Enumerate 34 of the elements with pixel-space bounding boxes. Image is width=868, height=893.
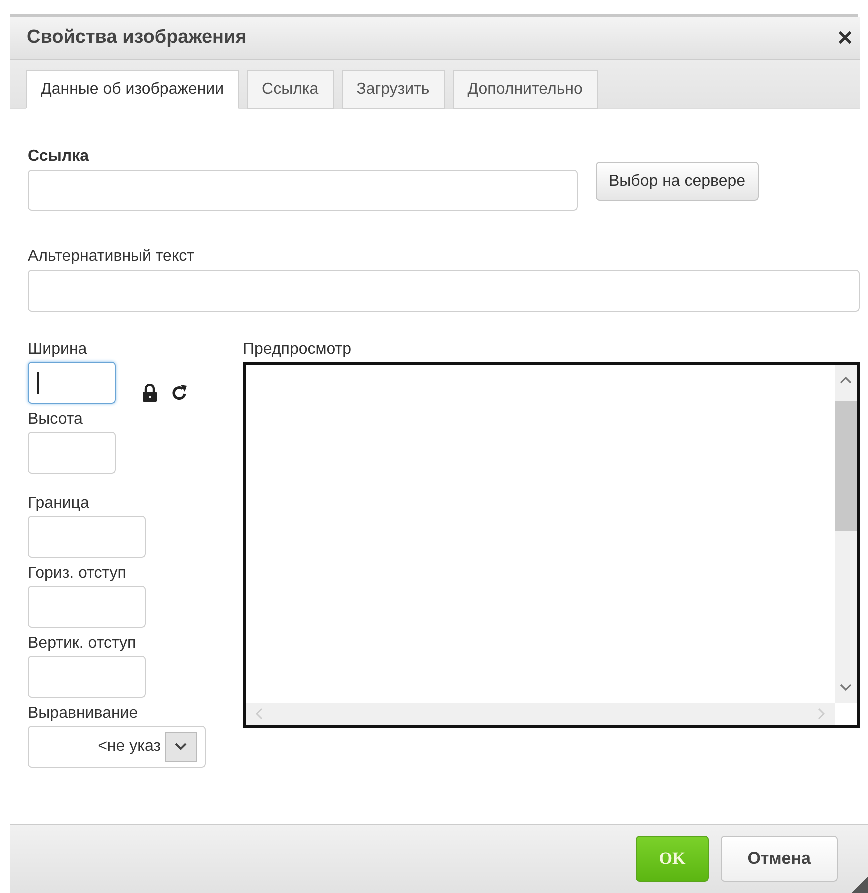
field-label: Высота	[28, 410, 83, 430]
tab[interactable]: Дополнительно	[452, 70, 598, 109]
chevron-down-icon	[174, 742, 188, 752]
resize-grip-icon[interactable]	[852, 877, 868, 893]
close-button[interactable]: ✕	[835, 26, 856, 50]
cancel-button[interactable]: Отмена	[720, 836, 838, 882]
lock-icon[interactable]	[142, 384, 158, 402]
input-field[interactable]	[28, 362, 116, 404]
tab[interactable]: Загрузить	[342, 70, 445, 109]
field-label: Выравнивание	[28, 704, 138, 724]
input-field[interactable]	[28, 656, 146, 698]
field-label: Альтернативный текст	[28, 247, 194, 267]
horizontal-scrollbar[interactable]	[246, 703, 835, 725]
vertical-scrollbar[interactable]	[835, 365, 857, 703]
input-field[interactable]	[28, 516, 146, 558]
field-label: Граница	[28, 494, 90, 514]
tab[interactable]: Ссылка	[247, 70, 334, 109]
tab[interactable]: Данные об изображении	[26, 70, 240, 109]
alt-text-field[interactable]	[28, 270, 860, 312]
reset-icon[interactable]	[172, 384, 188, 402]
preview-label: Предпросмотр	[243, 340, 352, 360]
align-select[interactable]: <не указ	[28, 726, 206, 768]
input-field[interactable]	[28, 586, 146, 628]
browse-server-button[interactable]: Выбор на сервере	[596, 162, 759, 201]
input-field[interactable]	[28, 432, 116, 474]
field-label: Вертик. отступ	[28, 634, 136, 654]
scroll-left-icon[interactable]	[254, 707, 264, 721]
scroll-right-icon[interactable]	[817, 707, 827, 721]
field-label: Ширина	[28, 340, 88, 360]
field-label: Ссылка	[28, 147, 89, 167]
text-cursor-icon	[37, 372, 39, 394]
dialog-title: Свойства изображения	[27, 27, 247, 49]
field-label: Гориз. отступ	[28, 564, 126, 584]
url-field[interactable]	[28, 170, 578, 211]
